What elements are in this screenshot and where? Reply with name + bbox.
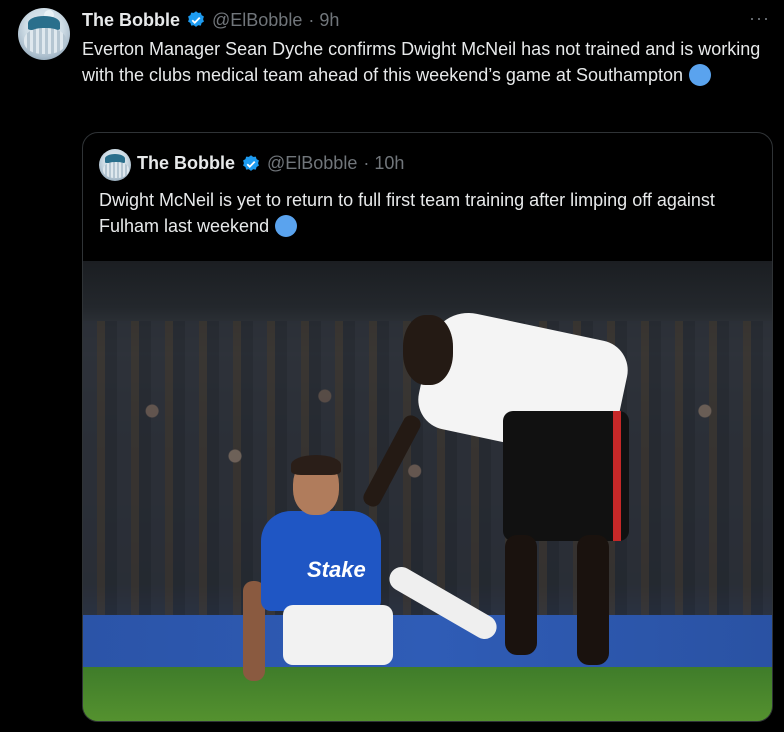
tweet-text-content: Everton Manager Sean Dyche confirms Dwig… bbox=[82, 39, 761, 85]
tweet-header: The Bobble @ElBobble · 9h bbox=[82, 8, 339, 32]
quoted-tweet-card[interactable]: The Bobble @ElBobble · 10h Dwight McNeil… bbox=[82, 132, 773, 722]
photo-shirt-sponsor: Stake bbox=[307, 557, 366, 582]
quoted-tweet-text-content: Dwight McNeil is yet to return to full f… bbox=[99, 190, 715, 236]
photo-seated-player-shorts bbox=[283, 605, 393, 665]
quoted-blue-circle-emoji-icon bbox=[275, 215, 298, 237]
quoted-author-avatar[interactable] bbox=[99, 149, 131, 181]
photo-standing-player-shorts bbox=[503, 411, 629, 541]
blue-circle-emoji-icon bbox=[689, 64, 712, 86]
photo-advertising-board bbox=[83, 615, 772, 669]
photo-standing-player-right-leg bbox=[577, 535, 609, 665]
quoted-verified-badge-icon[interactable] bbox=[241, 154, 261, 174]
quoted-tweet-time[interactable]: · 10h bbox=[363, 153, 404, 174]
quoted-header: The Bobble @ElBobble · 10h bbox=[137, 153, 404, 174]
verified-badge-icon[interactable] bbox=[186, 10, 206, 30]
photo-pitch bbox=[83, 667, 772, 721]
more-options-icon[interactable]: ··· bbox=[749, 8, 770, 29]
tweet-text: Everton Manager Sean Dyche confirms Dwig… bbox=[82, 36, 772, 88]
avatar-knit bbox=[24, 28, 66, 54]
tweet-photo[interactable]: Stake bbox=[83, 261, 772, 721]
quoted-author-handle[interactable]: @ElBobble bbox=[267, 153, 357, 174]
photo-shorts-stripe bbox=[613, 411, 621, 541]
tweet-time[interactable]: · 9h bbox=[308, 10, 339, 31]
photo-standing-player-left-leg bbox=[505, 535, 537, 655]
quoted-author-name[interactable]: The Bobble bbox=[137, 153, 235, 174]
quoted-avatar-knit bbox=[103, 162, 129, 178]
photo-standing-player-head bbox=[403, 315, 453, 385]
author-handle[interactable]: @ElBobble bbox=[212, 10, 302, 31]
photo-seated-player-hair bbox=[291, 455, 341, 475]
author-avatar[interactable] bbox=[18, 8, 70, 60]
author-name[interactable]: The Bobble bbox=[82, 10, 180, 31]
quoted-tweet-text: Dwight McNeil is yet to return to full f… bbox=[99, 187, 759, 239]
